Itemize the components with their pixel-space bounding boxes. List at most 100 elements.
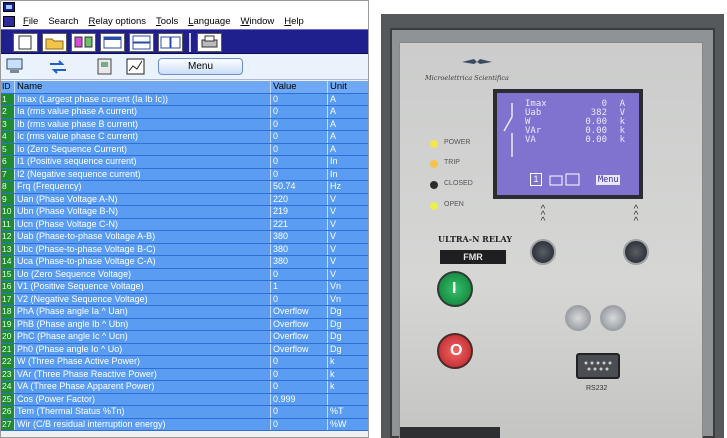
- open-folder-icon[interactable]: [42, 33, 67, 52]
- column-header-value[interactable]: Value: [271, 81, 328, 93]
- row-unit-cell: V: [330, 231, 337, 241]
- device-icon[interactable]: [94, 57, 116, 77]
- window-icon[interactable]: [100, 33, 125, 52]
- table-row[interactable]: 2 Ia (rms value phase A current) 0 A: [1, 106, 368, 119]
- table-row[interactable]: 21 Ph0 (Phase angle Io ^ Uo) Overflow Dg: [1, 343, 368, 356]
- row-name-cell: Ubn (Phase Voltage B-N): [15, 206, 271, 218]
- table-row[interactable]: 23 VAr (Three Phase Reactive Power) 0 k: [1, 368, 368, 381]
- table-row[interactable]: 15 Uo (Zero Sequence Voltage) 0 V: [1, 268, 368, 281]
- computer-icon[interactable]: [5, 57, 27, 77]
- row-value-cell: 1: [271, 281, 328, 293]
- table-row[interactable]: 6 I1 (Positive sequence current) 0 In: [1, 156, 368, 169]
- new-document-icon[interactable]: [13, 33, 38, 52]
- table-row[interactable]: 7 I2 (Negative sequence current) 0 In: [1, 168, 368, 181]
- menu-window[interactable]: Window: [235, 16, 279, 27]
- table-row[interactable]: 11 Ucn (Phase Voltage C-N) 221 V: [1, 218, 368, 231]
- row-value-cell: 380: [271, 231, 328, 243]
- right-nav-button[interactable]: [623, 239, 649, 265]
- down-left-arrow-button[interactable]: [565, 305, 591, 331]
- table-row[interactable]: 27 Wir (C/B residual interruption energy)…: [1, 418, 368, 431]
- close-breaker-button[interactable]: I: [437, 271, 473, 307]
- row-id-cell: 20: [1, 331, 15, 343]
- trip-led-label: TRIP: [444, 159, 460, 166]
- row-id-cell: 19: [1, 318, 15, 330]
- table-row[interactable]: 4 Ic (rms value phase C current) 0 A: [1, 131, 368, 144]
- row-unit-cell: Dg: [330, 343, 342, 354]
- row-name-cell: Ucn (Phase Voltage C-N): [15, 218, 271, 230]
- table-header: ID Name Value Unit: [1, 81, 368, 94]
- transfer-arrows-icon[interactable]: [47, 57, 69, 77]
- menu-search[interactable]: Search: [43, 16, 83, 27]
- table-row[interactable]: 3 Ib (rms value phase B current) 0 A: [1, 118, 368, 131]
- row-name-cell: Ph0 (Phase angle Io ^ Uo): [15, 343, 271, 355]
- table-row[interactable]: 16 V1 (Positive Sequence Voltage) 1 Vn: [1, 281, 368, 294]
- relay-software-window: File Search Relay options Tools Language…: [0, 0, 369, 438]
- table-row[interactable]: 19 PhB (Phase angle Ib ^ Ubn) Overflow Dg: [1, 318, 368, 331]
- chart-icon[interactable]: [125, 57, 147, 77]
- table-row[interactable]: 1 Imax (Largest phase current (Ia Ib Ic))…: [1, 93, 368, 106]
- lcd-line: Uab 382 V: [525, 108, 625, 118]
- connect-icon[interactable]: [71, 33, 96, 52]
- measurements-table: ID Name Value Unit 1 Imax (Largest phase …: [1, 81, 368, 431]
- open-breaker-button[interactable]: O: [437, 333, 473, 369]
- column-header-id[interactable]: ID: [1, 81, 15, 93]
- table-row[interactable]: 18 PhA (Phase angle Ia ^ Uan) Overflow Dg: [1, 306, 368, 319]
- row-value-cell: 380: [271, 243, 328, 255]
- row-unit-cell: %T: [330, 406, 344, 416]
- column-header-name[interactable]: Name: [15, 81, 271, 93]
- rs232-port[interactable]: [576, 353, 620, 379]
- menu-language[interactable]: Language: [183, 16, 235, 27]
- left-nav-button[interactable]: [530, 239, 556, 265]
- secondary-toolbar: Menu: [1, 54, 368, 80]
- row-id-cell: 16: [1, 281, 15, 293]
- table-row[interactable]: 26 Tem (Thermal Status %Tn) 0 %T: [1, 406, 368, 419]
- table-row[interactable]: 24 VA (Three Phase Apparent Power) 0 k: [1, 381, 368, 394]
- row-id-cell: 18: [1, 306, 15, 318]
- row-unit-cell: A: [330, 118, 337, 129]
- menu-button[interactable]: Menu: [158, 58, 243, 75]
- lcd-display: Imax 0 A Uab 382 V W 0.00 k VAr 0.00 k VA 0.00 k 1…: [493, 89, 643, 199]
- table-row[interactable]: 20 PhC (Phase angle Ic ^ Ucn) Overflow Dg: [1, 331, 368, 344]
- row-id-cell: 8: [1, 181, 15, 193]
- row-unit-cell: %W: [330, 418, 347, 429]
- up-chevrons-icon: ^ ^ ^: [633, 204, 639, 227]
- table-row[interactable]: 5 Io (Zero Sequence Current) 0 A: [1, 143, 368, 156]
- table-row[interactable]: 13 Ubc (Phase-to-phase Voltage B-C) 380 V: [1, 243, 368, 256]
- table-row[interactable]: 8 Frq (Frequency) 50.74 Hz: [1, 181, 368, 194]
- table-row[interactable]: 9 Uan (Phase Voltage A-N) 220 V: [1, 193, 368, 206]
- row-id-cell: 25: [1, 393, 15, 405]
- manufacturer-logo-icon: [462, 59, 492, 64]
- row-id-cell: 2: [1, 106, 15, 118]
- menu-relay-options[interactable]: Relay options: [83, 16, 151, 27]
- down-right-arrow-button[interactable]: [600, 305, 626, 331]
- row-value-cell: 50.74: [271, 181, 328, 193]
- table-row[interactable]: 25 Cos (Power Factor) 0.999: [1, 393, 368, 406]
- up-chevrons-icon: ^ ^ ^: [540, 204, 546, 227]
- row-unit-cell: A: [330, 143, 337, 154]
- row-id-cell: 13: [1, 243, 15, 255]
- table-row[interactable]: 14 Uca (Phase-to-phase Voltage C-A) 380 V: [1, 256, 368, 269]
- breaker-symbol-icon: [503, 103, 513, 157]
- row-id-cell: 23: [1, 368, 15, 380]
- open-led-label: OPEN: [444, 201, 464, 208]
- row-value-cell: 220: [271, 193, 328, 205]
- brand-label: Microelettrica Scientifica: [425, 74, 509, 82]
- column-header-unit[interactable]: Unit: [328, 81, 368, 93]
- system-menu-icon[interactable]: [3, 16, 15, 27]
- row-name-cell: Uan (Phase Voltage A-N): [15, 193, 271, 205]
- table-row[interactable]: 22 W (Three Phase Active Power) 0 k: [1, 356, 368, 369]
- row-id-cell: 24: [1, 381, 15, 393]
- close-glyph: I: [452, 280, 457, 297]
- menu-help[interactable]: Help: [279, 16, 309, 27]
- table-row[interactable]: 17 V2 (Negative Sequence Voltage) 0 Vn: [1, 293, 368, 306]
- row-id-cell: 21: [1, 343, 15, 355]
- row-id-cell: 3: [1, 118, 15, 130]
- tile-horizontal-icon[interactable]: [129, 33, 154, 52]
- table-row[interactable]: 12 Uab (Phase-to-phase Voltage A-B) 380 V: [1, 231, 368, 244]
- table-row[interactable]: 10 Ubn (Phase Voltage B-N) 219 V: [1, 206, 368, 219]
- tile-vertical-icon[interactable]: [158, 33, 183, 52]
- row-unit-cell: V: [330, 206, 337, 216]
- menu-file[interactable]: File: [18, 16, 43, 27]
- menu-tools[interactable]: Tools: [151, 16, 183, 27]
- print-icon[interactable]: [197, 33, 222, 52]
